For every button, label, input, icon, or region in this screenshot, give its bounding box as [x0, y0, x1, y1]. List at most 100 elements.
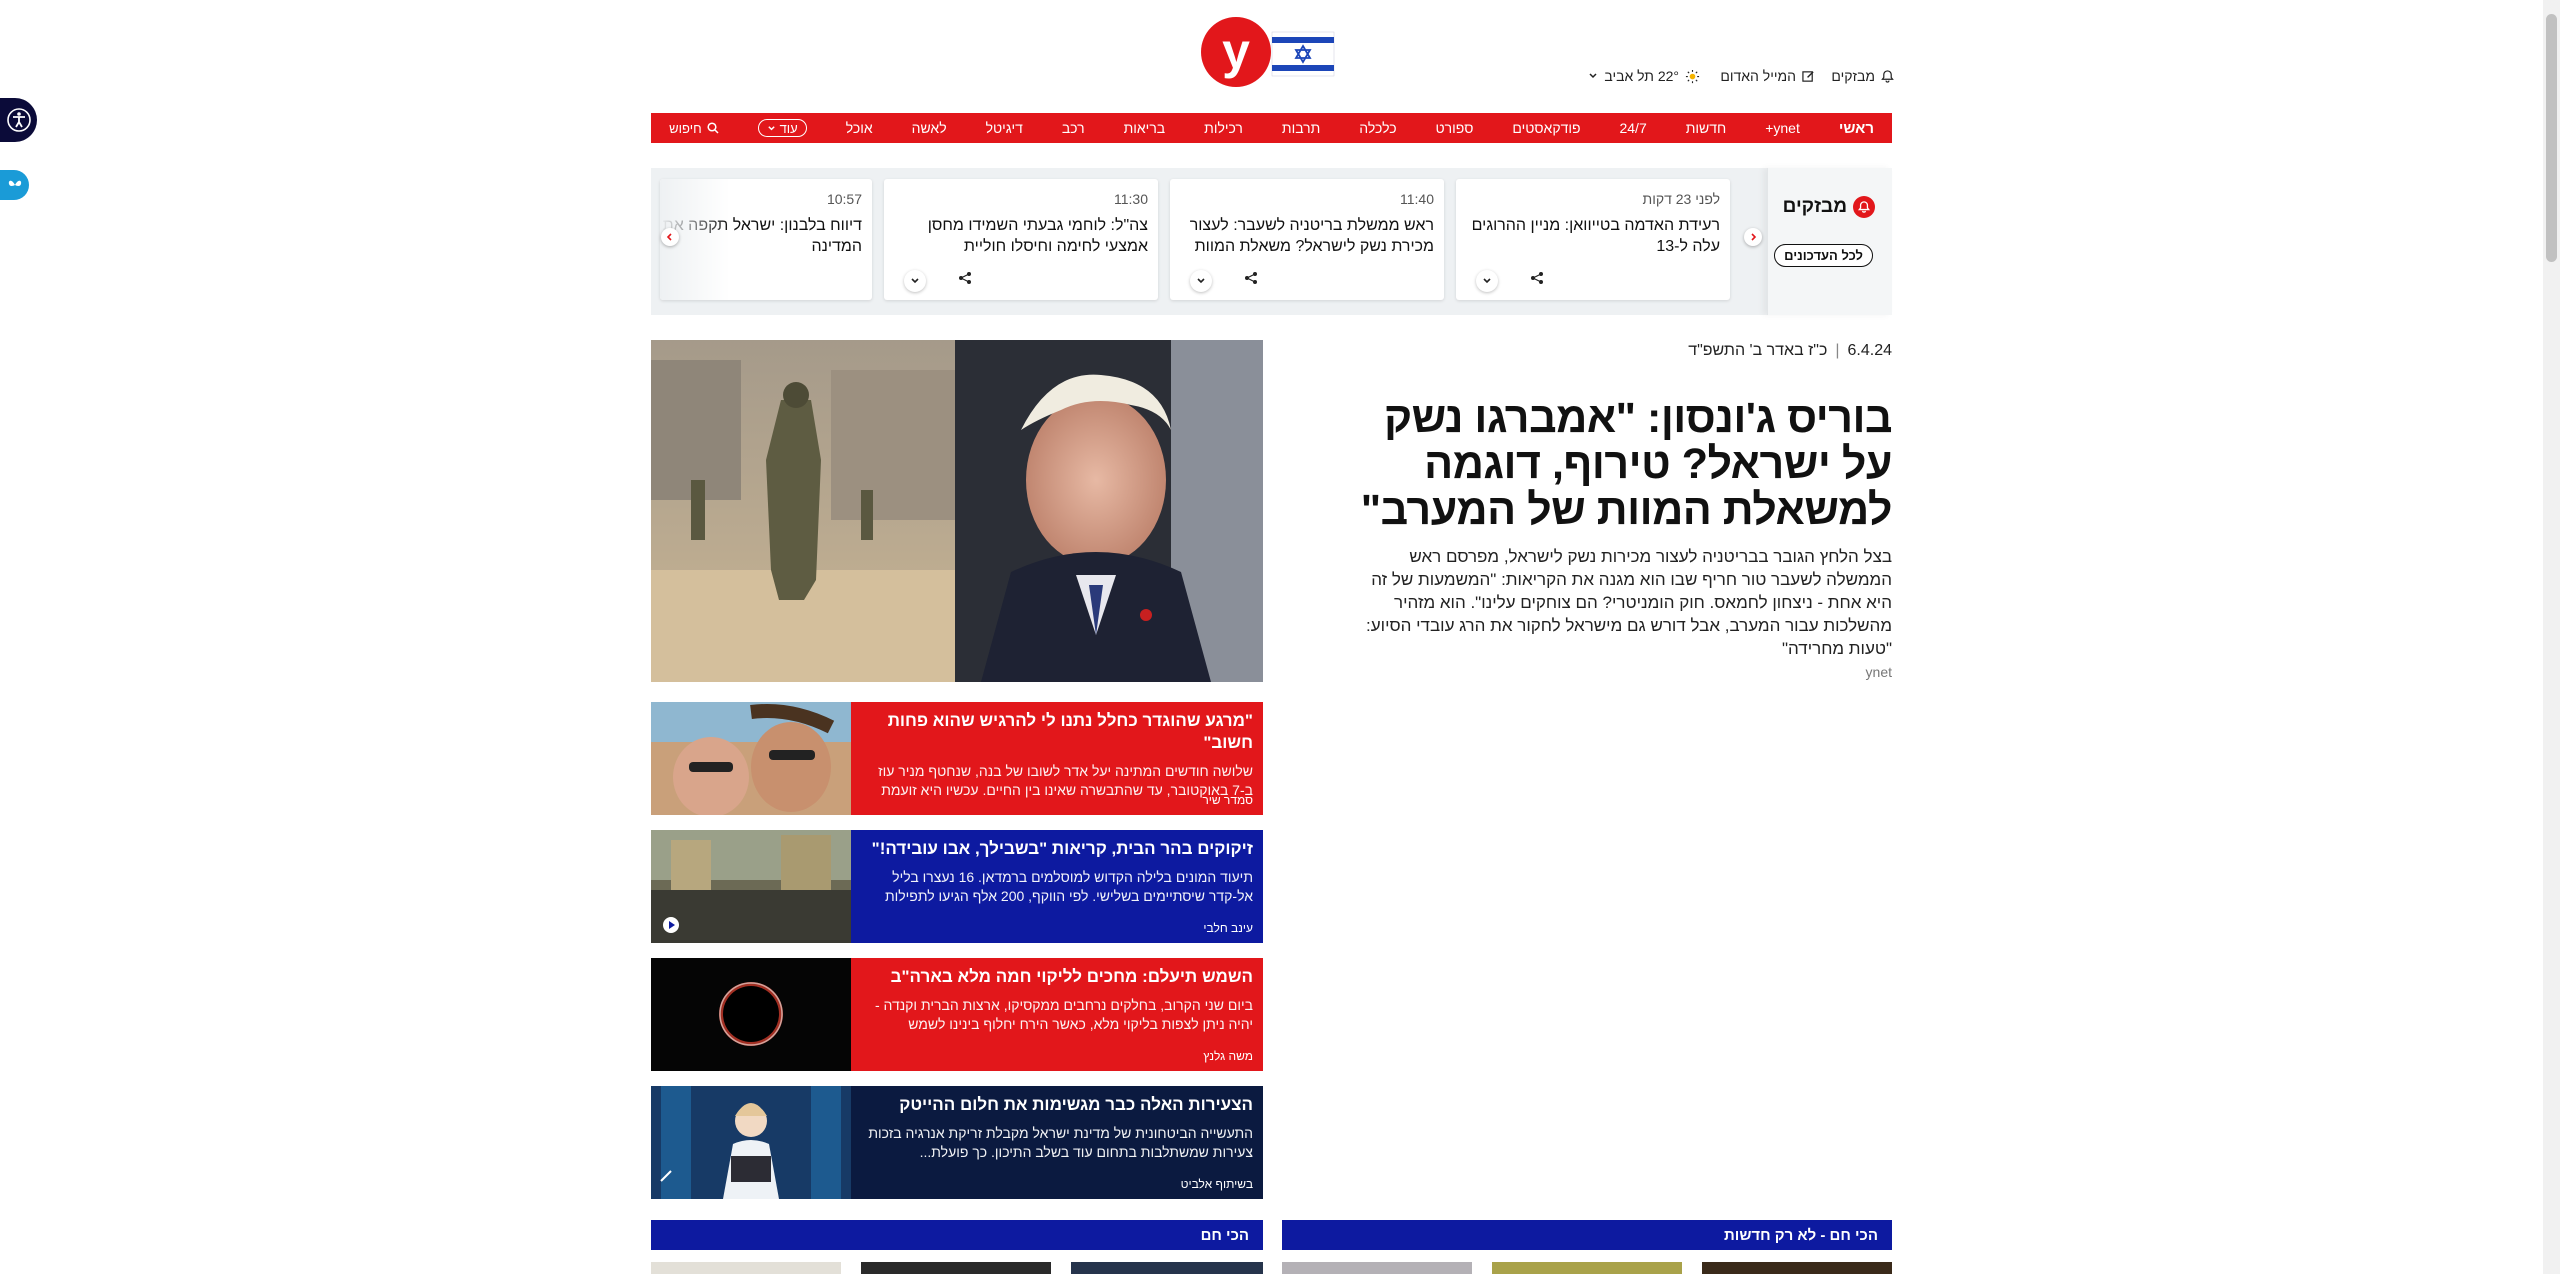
share-icon[interactable] — [1244, 271, 1258, 290]
weather-label: 22° תל אביב — [1604, 68, 1679, 84]
nav-item-digital[interactable]: דיגיטל — [986, 120, 1023, 136]
trending-link[interactable]: מבזקים — [1831, 66, 1894, 86]
ticker-prev-arrow[interactable] — [1744, 228, 1762, 246]
story-title: "מרגע שהוגדר כחלל נתנו לי להרגיש שהוא פח… — [887, 711, 1253, 752]
nav-more-button[interactable]: עוד — [757, 119, 807, 137]
ticker-time: 11:40 — [1400, 191, 1434, 207]
nav-item-news[interactable]: חדשות — [1686, 120, 1727, 136]
story-author: משה גלנץ — [1203, 1049, 1253, 1063]
ynet-logo[interactable]: y — [1200, 16, 1336, 88]
ticker-text: ראש ממשלת בריטניה לשעבר: לעצור מכירת נשק… — [1189, 217, 1434, 255]
story-text: השמש תיעלם: מחכים לליקוי חמה מלא בארה"ב … — [851, 958, 1263, 1071]
nav-item-gossip[interactable]: רכילות — [1204, 120, 1243, 136]
section-thumbnail[interactable] — [1282, 1262, 1472, 1274]
newsletter-label: המייל האדום — [1720, 68, 1796, 84]
nav-more-label: עוד — [779, 120, 798, 136]
main-credit: ynet — [1865, 664, 1892, 680]
expand-button[interactable] — [904, 270, 926, 292]
nav-item-health[interactable]: בריאות — [1124, 120, 1166, 136]
story-subtitle: תיעוד המונים בלילה הקדוש למוסלמים ברמדאן… — [884, 869, 1253, 904]
expand-button[interactable] — [1476, 270, 1498, 292]
ticker-time: 11:30 — [1114, 191, 1148, 207]
story-title: זיקוקים בהר הבית, קריאות "בשבילך, אבו עו… — [871, 839, 1253, 858]
share-icon[interactable] — [958, 271, 972, 290]
breaking-news-ticker: מבזקים לכל העדכונים לפני 23 דקות רעידת ה… — [651, 168, 1892, 315]
chevron-down-icon — [1589, 73, 1597, 79]
date-separator: | — [1835, 342, 1840, 359]
svg-text:y: y — [1222, 23, 1250, 79]
story-title: השמש תיעלם: מחכים לליקוי חמה מלא בארה"ב — [890, 967, 1253, 986]
ticker-card[interactable]: 10:57 דיווח בלבנון: ישראל תקפה את דרום ה… — [660, 179, 872, 300]
nav-item-home[interactable]: ראשי — [1839, 120, 1874, 137]
section-thumbnail[interactable] — [1071, 1262, 1263, 1274]
ticker-next-arrow[interactable] — [661, 228, 679, 246]
section-thumbnail[interactable] — [651, 1262, 841, 1274]
page-scrollbar[interactable] — [2543, 0, 2560, 1274]
nav-item-podcasts[interactable]: פודקאסטים — [1512, 120, 1580, 136]
nav-item-24-7[interactable]: 24/7 — [1619, 120, 1646, 136]
chevron-down-icon — [911, 278, 919, 284]
main-story-image[interactable] — [651, 340, 1263, 682]
story-subtitle: התעשייה הביטחונית של מדינת ישראל מקבלת ז… — [868, 1125, 1253, 1160]
nav-item-economy[interactable]: כלכלה — [1359, 120, 1396, 136]
section-bar-hot-not-only-news[interactable]: הכי חם - לא רק חדשות — [1282, 1220, 1892, 1250]
chevron-left-icon — [666, 233, 672, 241]
story-card[interactable]: השמש תיעלם: מחכים לליקוי חמה מלא בארה"ב … — [651, 958, 1263, 1071]
story-author: סמדר שיר — [1202, 793, 1253, 807]
nav-item-culture[interactable]: תרבות — [1282, 120, 1320, 136]
chevron-down-icon — [1483, 278, 1491, 284]
nav-search-label: חיפוש — [669, 120, 702, 136]
ticker-time: 10:57 — [826, 191, 862, 207]
share-icon[interactable] — [1530, 271, 1544, 290]
nav-item-food[interactable]: אוכל — [846, 120, 873, 136]
all-updates-button[interactable]: לכל העדכונים — [1774, 244, 1873, 267]
ticker-title: מבזקים — [1782, 196, 1847, 217]
section-thumbnail[interactable] — [1702, 1262, 1892, 1274]
trending-label: מבזקים — [1831, 68, 1875, 84]
story-text: זיקוקים בהר הבית, קריאות "בשבילך, אבו עו… — [851, 830, 1263, 943]
main-summary[interactable]: בצל הלחץ הגובר בבריטניה לעצור מכירות נשק… — [1352, 545, 1892, 660]
nav-search-button[interactable]: חיפוש — [669, 120, 719, 136]
accessibility-secondary-button[interactable] — [0, 170, 29, 200]
section-thumbnail[interactable] — [1492, 1262, 1682, 1274]
ticker-text: רעידת האדמה בטייוואן: מניין ההרוגים עלה … — [1471, 217, 1720, 255]
section-bar-hot[interactable]: הכי חם — [651, 1220, 1263, 1250]
story-image — [651, 1086, 851, 1199]
expand-button[interactable] — [1190, 270, 1212, 292]
section-thumbnail[interactable] — [861, 1262, 1051, 1274]
weather-widget[interactable]: 22° תל אביב — [1588, 66, 1700, 86]
search-icon — [707, 122, 719, 134]
bell-icon — [1881, 69, 1894, 83]
nav-item-ynet-plus[interactable]: ynet+ — [1765, 120, 1800, 136]
accessibility-button[interactable] — [0, 98, 37, 142]
main-headline[interactable]: בוריס ג'ונסון: "אמברגו נשק על ישראל? טיר… — [1332, 395, 1893, 533]
story-card[interactable]: "מרגע שהוגדר כחלל נתנו לי להרגיש שהוא פח… — [651, 702, 1263, 817]
newsletter-link[interactable]: המייל האדום — [1720, 66, 1815, 86]
story-text: הצעירות האלה כבר מגשימות את חלום ההייטק … — [851, 1086, 1263, 1199]
ticker-text: צה"ל: לוחמי גבעתי השמידו מחסן אמצעי לחימ… — [927, 217, 1148, 255]
nav-item-cars[interactable]: רכב — [1062, 120, 1085, 136]
chevron-down-icon — [767, 125, 775, 130]
story-subtitle: שלושה חודשים המתינה יעל אדר לשובו של בנה… — [878, 763, 1253, 798]
nav-item-sport[interactable]: ספורט — [1436, 120, 1474, 136]
chevron-down-icon — [1197, 278, 1205, 284]
bell-icon — [1853, 196, 1875, 218]
ticker-time: לפני 23 דקות — [1642, 191, 1720, 207]
story-author: בשיתוף אלביט — [1180, 1177, 1253, 1191]
main-nav: ראשי ynet+ חדשות 24/7 פודקאסטים ספורט כל… — [651, 113, 1892, 143]
ticker-card[interactable]: לפני 23 דקות רעידת האדמה בטייוואן: מניין… — [1456, 179, 1730, 300]
story-card[interactable]: זיקוקים בהר הבית, קריאות "בשבילך, אבו עו… — [651, 830, 1263, 943]
scrollbar-thumb[interactable] — [2546, 14, 2557, 262]
ticker-card[interactable]: 11:30 צה"ל: לוחמי גבעתי השמידו מחסן אמצע… — [884, 179, 1158, 300]
chevron-right-icon — [1751, 233, 1757, 241]
story-card[interactable]: הצעירות האלה כבר מגשימות את חלום ההייטק … — [651, 1086, 1263, 1199]
ticker-card[interactable]: 11:40 ראש ממשלת בריטניה לשעבר: לעצור מכי… — [1170, 179, 1444, 300]
story-title: הצעירות האלה כבר מגשימות את חלום ההייטק — [899, 1095, 1253, 1114]
story-image — [651, 958, 851, 1071]
date-line: 6.4.24 | כ"ז באדר ב' התשפ"ד — [1688, 342, 1892, 360]
sun-icon — [1685, 69, 1700, 83]
story-image — [651, 830, 851, 943]
nav-item-women[interactable]: לאשה — [912, 120, 947, 136]
ticker-header: מבזקים לכל העדכונים — [1767, 168, 1892, 315]
story-author: עינב חלבי — [1203, 921, 1253, 935]
